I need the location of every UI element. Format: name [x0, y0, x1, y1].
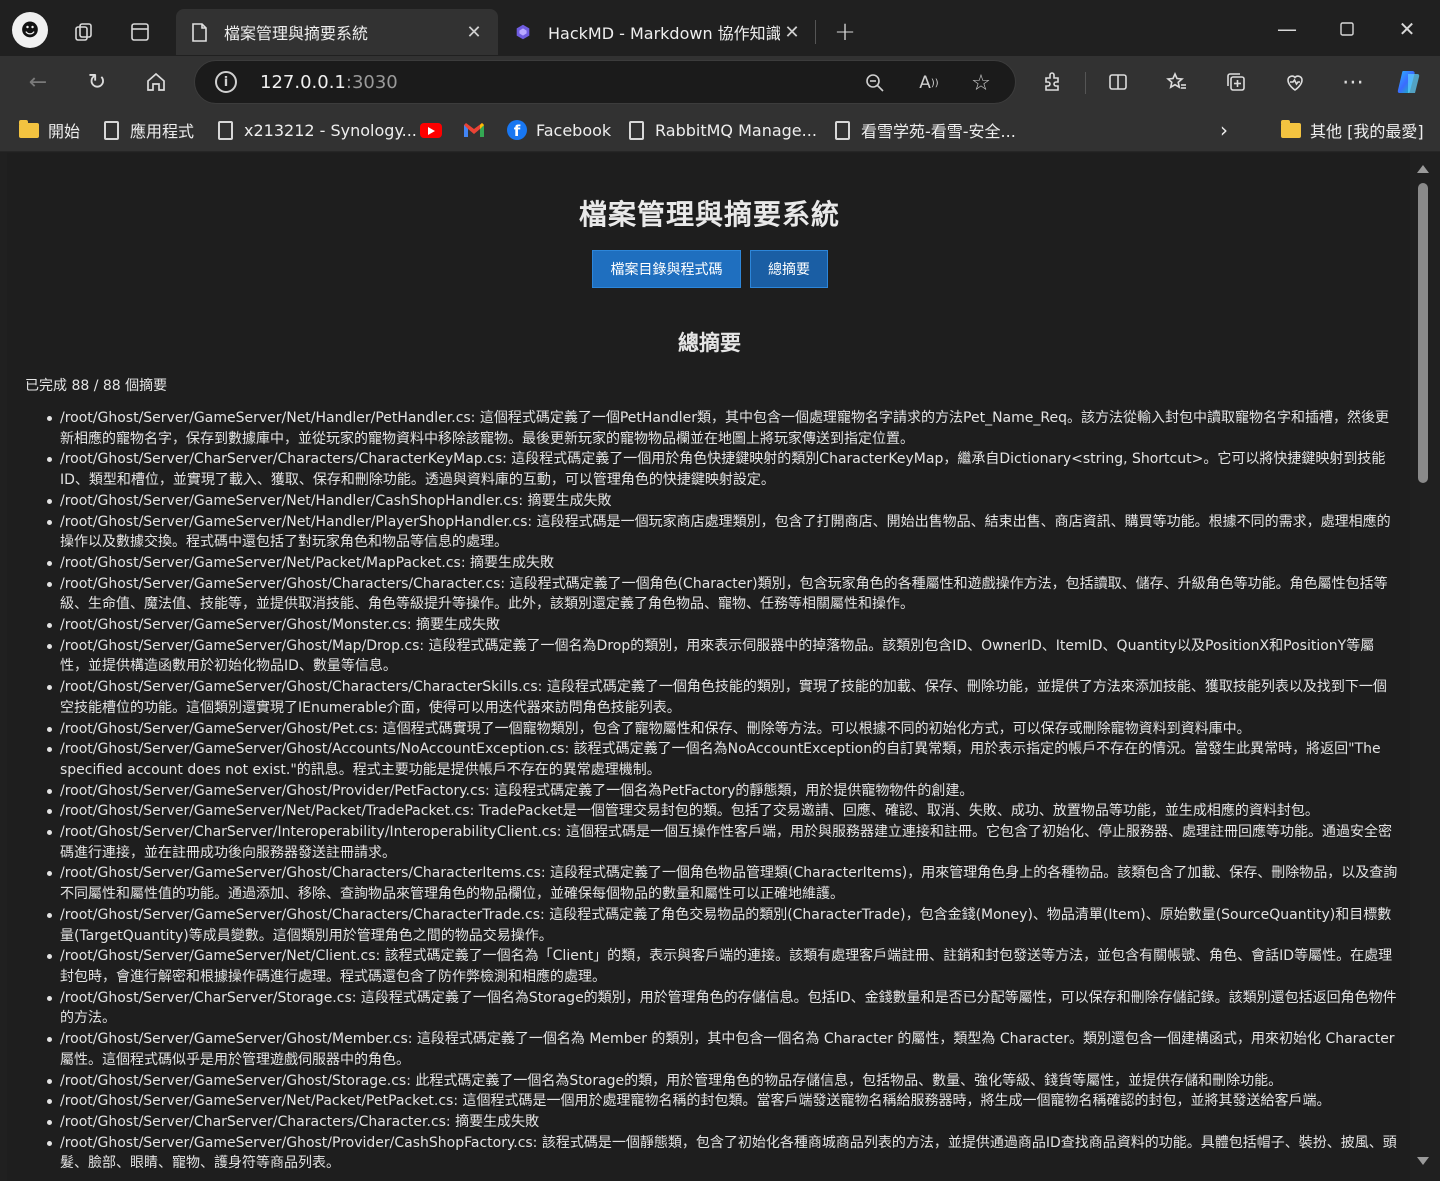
bookmark-youtube[interactable] [420, 118, 450, 142]
close-tab-icon[interactable]: ✕ [780, 20, 804, 44]
bookmark-label: RabbitMQ Manage... [655, 120, 817, 140]
summary-item: /root/Ghost/Server/GameServer/Ghost/Mons… [47, 615, 1399, 636]
tab-title: HackMD - Markdown 協作知識庫 [548, 24, 780, 43]
summary-item: /root/Ghost/Server/GameServer/Net/Packet… [47, 553, 1399, 574]
home-icon[interactable] [138, 64, 174, 100]
facebook-icon: f [506, 119, 528, 141]
bookmarks-bar: 開始 應用程式 x213212 - Synology... f Facebook… [0, 108, 1440, 152]
page-title: 檔案管理與摘要系統 [578, 198, 840, 231]
summary-item: /root/Ghost/Server/GameServer/Net/Packet… [47, 801, 1399, 822]
tab-active[interactable]: 檔案管理與摘要系統 ✕ [176, 9, 498, 55]
youtube-icon [420, 119, 442, 141]
tab-separator [815, 20, 816, 44]
summary-item: /root/Ghost/Server/GameServer/Ghost/Stor… [47, 1071, 1399, 1092]
summary-item: /root/Ghost/Server/GameServer/Net/Packet… [47, 1091, 1399, 1112]
summary-item: /root/Ghost/Server/GameServer/Ghost/Memb… [47, 1029, 1399, 1070]
folder-icon [18, 119, 40, 141]
browser-toolbar: ← ↻ i 127.0.0.1:3030 A)) ☆ ⋯ [0, 56, 1440, 108]
page-icon [214, 119, 236, 141]
progress-text: 已完成 88 / 88 個摘要 [25, 378, 168, 394]
close-window-icon[interactable]: ✕ [1390, 14, 1424, 44]
favorites-icon[interactable] [1159, 64, 1195, 100]
refresh-icon[interactable]: ↻ [79, 64, 115, 100]
summary-item: /root/Ghost/Server/GameServer/Net/Handle… [47, 408, 1399, 449]
gmail-icon [463, 119, 485, 141]
close-tab-icon[interactable]: ✕ [462, 20, 486, 44]
summary-item: /root/Ghost/Server/CharServer/Storage.cs… [47, 988, 1399, 1029]
toolbar-separator [1085, 72, 1086, 94]
more-bookmarks-chevron-icon[interactable]: › [1220, 118, 1228, 142]
summary-item: /root/Ghost/Server/GameServer/Ghost/Prov… [47, 1133, 1399, 1174]
page-icon [831, 119, 853, 141]
back-icon[interactable]: ← [20, 64, 56, 100]
summary-button[interactable]: 總摘要 [750, 250, 828, 288]
scroll-down-arrow-icon[interactable] [1417, 1157, 1429, 1165]
summary-item: /root/Ghost/Server/CharServer/Characters… [47, 1112, 1399, 1133]
new-tab-icon[interactable]: + [830, 17, 860, 47]
summary-item: /root/Ghost/Server/CharServer/Interopera… [47, 822, 1399, 863]
files-code-button[interactable]: 檔案目錄與程式碼 [592, 250, 741, 288]
folder-icon [1280, 119, 1302, 141]
more-options-icon[interactable]: ⋯ [1335, 64, 1371, 100]
summary-item: /root/Ghost/Server/GameServer/Ghost/Prov… [47, 781, 1399, 802]
bookmark-gmail[interactable] [463, 118, 493, 142]
workspaces-icon[interactable] [70, 18, 98, 46]
tab-strip: ☻ 檔案管理與摘要系統 ✕ HackMD - Markdown 協作知識庫 ✕ … [0, 0, 1440, 58]
summary-item: /root/Ghost/Server/GameServer/Net/Handle… [47, 491, 1399, 512]
scrollbar-thumb[interactable] [1418, 183, 1428, 483]
section-title: 總摘要 [678, 331, 741, 355]
summary-item: /root/Ghost/Server/GameServer/Ghost/Pet.… [47, 719, 1399, 740]
bookmark-label: x213212 - Synology... [244, 120, 417, 140]
page-icon [190, 21, 208, 43]
site-info-icon[interactable]: i [215, 71, 237, 93]
copilot-icon[interactable] [1391, 64, 1427, 100]
bookmark-rabbitmq[interactable]: RabbitMQ Manage... [625, 118, 817, 142]
summary-item: /root/Ghost/Server/CharServer/Characters… [47, 449, 1399, 490]
scroll-up-arrow-icon[interactable] [1417, 165, 1429, 173]
url-port: :3030 [345, 72, 398, 93]
url-host: 127.0.0.1 [260, 72, 346, 93]
bookmark-kanxue[interactable]: 看雪学苑-看雪-安全... [831, 118, 1016, 142]
summary-item: /root/Ghost/Server/GameServer/Net/Handle… [47, 512, 1399, 553]
summary-list: /root/Ghost/Server/GameServer/Net/Handle… [47, 408, 1399, 1174]
zoom-icon[interactable] [861, 69, 889, 97]
summary-item: /root/Ghost/Server/GameServer/Ghost/Acco… [47, 739, 1399, 780]
bookmark-label: 開始 [48, 122, 81, 141]
favorite-star-icon[interactable]: ☆ [967, 69, 995, 97]
summary-item: /root/Ghost/Server/GameServer/Ghost/Char… [47, 574, 1399, 615]
bookmark-facebook[interactable]: f Facebook [506, 118, 611, 142]
hackmd-icon [514, 21, 532, 43]
maximize-icon[interactable] [1330, 14, 1364, 44]
tab-hackmd[interactable]: HackMD - Markdown 協作知識庫 ✕ [500, 9, 816, 55]
browser-essentials-icon[interactable] [1277, 64, 1313, 100]
summary-item: /root/Ghost/Server/GameServer/Ghost/Char… [47, 863, 1399, 904]
split-screen-icon[interactable] [1100, 64, 1136, 100]
read-aloud-icon[interactable]: A)) [915, 69, 943, 97]
summary-item: /root/Ghost/Server/GameServer/Ghost/Char… [47, 905, 1399, 946]
minimize-icon[interactable]: — [1270, 14, 1304, 44]
page-viewport: 檔案管理與摘要系統 檔案目錄與程式碼 總摘要 總摘要 已完成 88 / 88 個… [7, 153, 1410, 1181]
collections-icon[interactable] [1218, 64, 1254, 100]
summary-item: /root/Ghost/Server/GameServer/Net/Client… [47, 946, 1399, 987]
page-icon [625, 119, 647, 141]
bookmark-label: 應用程式 [130, 122, 195, 141]
page-icon [100, 119, 122, 141]
bookmark-label: Facebook [536, 120, 612, 140]
summary-item: /root/Ghost/Server/GameServer/Ghost/Map/… [47, 636, 1399, 677]
extensions-icon[interactable] [1035, 64, 1071, 100]
bookmark-start-folder[interactable]: 開始 [18, 118, 80, 142]
tab-title: 檔案管理與摘要系統 [224, 24, 369, 43]
url-text[interactable]: 127.0.0.1:3030 [260, 72, 398, 93]
profile-avatar[interactable]: ☻ [12, 12, 48, 48]
bookmark-apps[interactable]: 應用程式 [100, 118, 194, 142]
bookmark-label: 看雪学苑-看雪-安全... [861, 122, 1016, 141]
bookmark-label: 其他 [我的最愛] [1310, 122, 1424, 141]
bookmark-synology[interactable]: x213212 - Synology... [214, 118, 417, 142]
address-bar[interactable]: i 127.0.0.1:3030 A)) ☆ [194, 60, 1016, 104]
summary-item: /root/Ghost/Server/GameServer/Ghost/Char… [47, 677, 1399, 718]
page-scrollbar[interactable] [1412, 153, 1434, 1181]
vertical-tabs-icon[interactable] [126, 18, 154, 46]
bookmark-other-favorites[interactable]: 其他 [我的最愛] [1280, 118, 1424, 142]
